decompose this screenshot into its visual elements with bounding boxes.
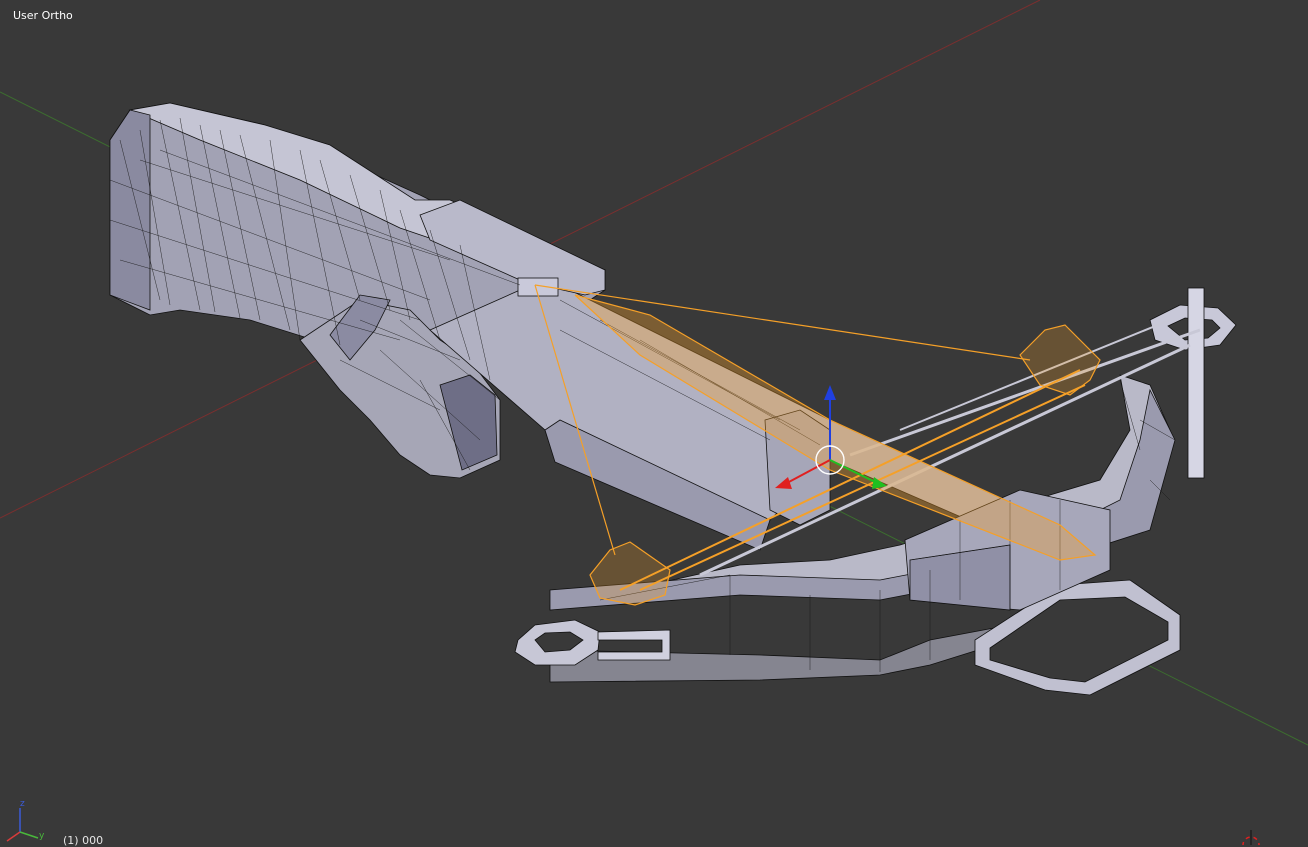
axis-label-y: y (39, 831, 45, 841)
3d-viewport[interactable]: z y User Ortho (1) 000 (0, 0, 1308, 847)
stock-butt-end (109, 109, 151, 311)
foot-loop-left-bar (597, 629, 671, 661)
scene-canvas[interactable]: z y (0, 0, 1308, 845)
selected-limb-ring-upper (1019, 324, 1101, 396)
axis-label-z: z (20, 799, 25, 809)
selected-limb-ring-lower (589, 541, 671, 606)
object-info: (1) 000 (63, 834, 104, 847)
crossbow-mesh[interactable] (109, 102, 1237, 696)
limb-tip-post (1187, 287, 1205, 479)
view-label: User Ortho (13, 9, 73, 22)
axes-gizmo-icon: z y (6, 799, 45, 842)
3d-cursor-icon (1242, 830, 1260, 845)
